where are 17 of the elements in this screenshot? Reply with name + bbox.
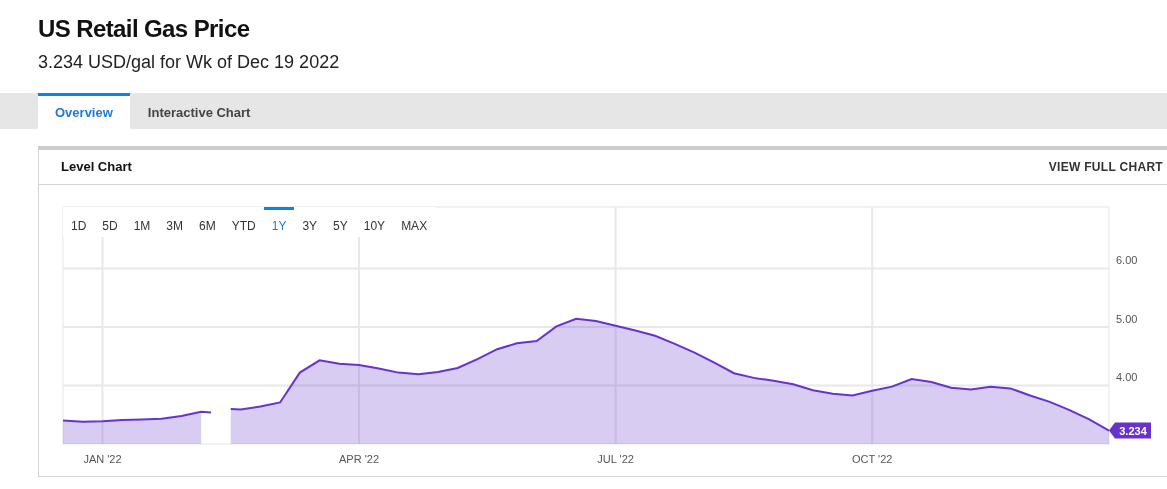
tab[interactable]: Interactive Chart (129, 93, 269, 129)
x-axis-label: JAN '22 (83, 453, 122, 465)
y-axis-label: 4.00 (1116, 371, 1138, 384)
x-axis-label: OCT '22 (851, 453, 893, 465)
page-title: US Retail Gas Price (38, 14, 251, 44)
tab[interactable]: Overview (38, 93, 130, 129)
range-button[interactable]: 1D (63, 207, 95, 237)
value-badge: 3.234 (1109, 422, 1151, 439)
range-button[interactable]: 10Y (355, 207, 394, 237)
range-button[interactable]: 5D (94, 207, 126, 237)
card-title: Level Chart (61, 158, 132, 177)
y-axis-label: 6.00 (1116, 254, 1138, 267)
y-axis-label: 5.00 (1116, 312, 1138, 325)
view-full-chart-link[interactable]: VIEW FULL CHART (1048, 158, 1163, 176)
page-subtitle: 3.234 USD/gal for Wk of Dec 19 2022 (38, 51, 341, 74)
x-axis-label: APR '22 (339, 453, 380, 465)
x-axis-label: JUL '22 (597, 453, 634, 465)
